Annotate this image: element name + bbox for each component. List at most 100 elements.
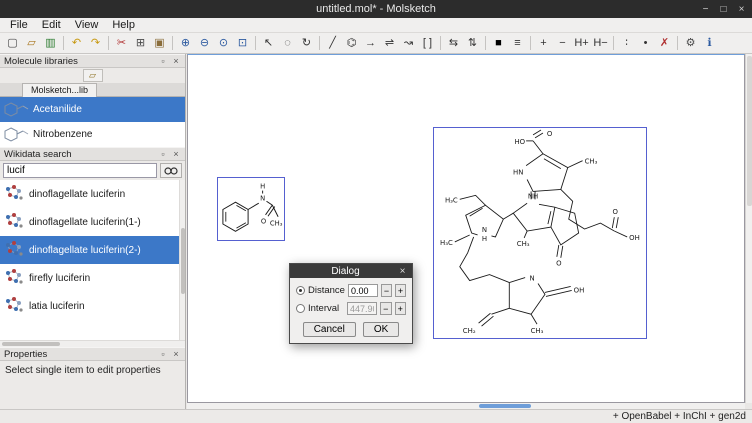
dock-float-icon[interactable]: ▫ (158, 349, 168, 359)
open-library-icon[interactable]: ▱ (83, 69, 103, 82)
search-result-item[interactable]: dinoflagellate luciferin(1-) (0, 208, 185, 236)
redo-button[interactable]: ↷ (86, 34, 105, 52)
interval-decrement-button[interactable]: − (380, 302, 391, 315)
dock-float-icon[interactable]: ▫ (158, 56, 168, 66)
toolbar-button-icon: [ ] (423, 37, 432, 49)
library-tabbar: Molsketch...lib (0, 83, 185, 97)
atom-label: H₃C (440, 239, 453, 247)
new-document-button[interactable]: ▢ (3, 34, 22, 52)
distance-decrement-button[interactable]: − (381, 284, 392, 297)
select-tool-button[interactable]: ↖ (259, 34, 278, 52)
bracket-button[interactable]: [ ] (418, 34, 437, 52)
distance-increment-button[interactable]: + (395, 284, 406, 297)
toolbar-button-icon: ⇌ (385, 37, 394, 49)
lasso-tool-button[interactable]: ◌ (278, 34, 297, 52)
close-icon[interactable]: × (735, 4, 748, 15)
toolbar-button-icon: ↷ (91, 37, 100, 49)
interval-label: Interval (308, 303, 344, 314)
scrollbar-thumb[interactable] (181, 228, 185, 294)
hydrogen-plus-button[interactable]: H+ (572, 34, 591, 52)
save-button[interactable]: ▥ (41, 34, 60, 52)
library-item[interactable]: Acetanilide (0, 97, 185, 122)
radical-button[interactable]: • (636, 34, 655, 52)
charge-plus-button[interactable]: + (534, 34, 553, 52)
atom-label: CH₃ (531, 327, 544, 335)
lone-pair-button[interactable]: ∶ (617, 34, 636, 52)
interval-radio[interactable] (296, 304, 305, 313)
zoom-out-button[interactable]: ⊖ (195, 34, 214, 52)
dialog-buttons: Cancel OK (296, 322, 406, 337)
atom-label: N (482, 226, 487, 234)
scrollbar-thumb[interactable] (479, 404, 531, 408)
search-result-item[interactable]: latia luciferin (0, 292, 185, 320)
undo-button[interactable]: ↶ (67, 34, 86, 52)
dock-float-icon[interactable]: ▫ (158, 149, 168, 159)
equilibrium-arrow-button[interactable]: ⇌ (380, 34, 399, 52)
distance-radio[interactable] (296, 286, 305, 295)
interval-increment-button[interactable]: + (395, 302, 406, 315)
open-file-button[interactable]: ▱ (22, 34, 41, 52)
search-result-item[interactable]: dinoflagellate luciferin (0, 180, 185, 208)
draw-ring-button[interactable]: ⌬ (342, 34, 361, 52)
dock-close-icon[interactable]: × (171, 349, 181, 359)
molecule-libraries-header: Molecule libraries ▫ × (0, 54, 185, 68)
tab-molsketch-lib[interactable]: Molsketch...lib (22, 83, 97, 97)
interval-value-input[interactable] (347, 302, 377, 315)
statusbar: + OpenBabel + InChI + gen2d (0, 409, 752, 423)
cancel-button[interactable]: Cancel (303, 322, 356, 337)
toolbar-button-icon: H− (593, 37, 607, 49)
toolbar-button-icon: ◌ (284, 37, 291, 49)
menu-item[interactable]: Help (105, 18, 142, 32)
info-button[interactable]: ℹ (700, 34, 719, 52)
dock-close-icon[interactable]: × (171, 56, 181, 66)
canvas-vertical-scrollbar[interactable] (745, 54, 752, 403)
dialog-close-icon[interactable]: × (397, 266, 408, 277)
flip-horizontal-button[interactable]: ⇆ (444, 34, 463, 52)
search-input[interactable] (3, 163, 157, 178)
search-button[interactable] (160, 163, 182, 178)
dialog-titlebar[interactable]: Dialog × (290, 264, 412, 278)
results-scrollbar[interactable] (179, 180, 185, 340)
flip-vertical-button[interactable]: ⇅ (463, 34, 482, 52)
dialog-title: Dialog (294, 266, 397, 277)
color-swatch-button[interactable]: ■ (489, 34, 508, 52)
search-result-item[interactable]: dinoflagellate luciferin(2-) (0, 236, 185, 264)
settings-button[interactable]: ⚙ (681, 34, 700, 52)
line-width-button[interactable]: ≡ (508, 34, 527, 52)
canvas-horizontal-scrollbar[interactable] (187, 403, 745, 409)
menu-item[interactable]: File (3, 18, 35, 32)
delete-button[interactable]: ✗ (655, 34, 674, 52)
zoom-fit-button[interactable]: ⊡ (233, 34, 252, 52)
selection-rect-acetanilide[interactable]: H N O CH₃ (217, 177, 285, 241)
atom-label: H₃C (445, 196, 458, 204)
selection-rect-luciferin[interactable]: HO O HN CH₃ O OH (433, 127, 647, 339)
zoom-original-button[interactable]: ⊙ (214, 34, 233, 52)
zoom-in-button[interactable]: ⊕ (176, 34, 195, 52)
copy-button[interactable]: ⊞ (131, 34, 150, 52)
mechanism-arrow-button[interactable]: ↝ (399, 34, 418, 52)
paste-button[interactable]: ▣ (150, 34, 169, 52)
hydrogen-minus-button[interactable]: H− (591, 34, 610, 52)
results-horizontal-scrollbar[interactable] (0, 340, 185, 347)
minimize-icon[interactable]: − (699, 4, 712, 15)
ok-button[interactable]: OK (363, 322, 399, 337)
scrollbar-thumb[interactable] (2, 342, 60, 346)
dock-close-icon[interactable]: × (171, 149, 181, 159)
properties-title: Properties (4, 349, 47, 360)
menu-item[interactable]: Edit (35, 18, 68, 32)
library-item[interactable]: Nitrobenzene (0, 122, 185, 147)
menu-item[interactable]: View (68, 18, 106, 32)
scrollbar-thumb[interactable] (747, 56, 752, 206)
charge-minus-button[interactable]: − (553, 34, 572, 52)
cut-button[interactable]: ✂ (112, 34, 131, 52)
drawing-canvas[interactable]: H N O CH₃ HO O (187, 54, 745, 403)
toolbar-button-icon: ⇆ (449, 37, 458, 49)
atom-label: O (556, 260, 562, 268)
atom-label: O (613, 208, 619, 216)
maximize-icon[interactable]: □ (717, 4, 730, 15)
rotate-tool-button[interactable]: ↻ (297, 34, 316, 52)
reaction-arrow-button[interactable]: → (361, 34, 380, 52)
draw-bond-button[interactable]: ╱ (323, 34, 342, 52)
search-result-item[interactable]: firefly luciferin (0, 264, 185, 292)
distance-value-input[interactable] (348, 284, 378, 297)
